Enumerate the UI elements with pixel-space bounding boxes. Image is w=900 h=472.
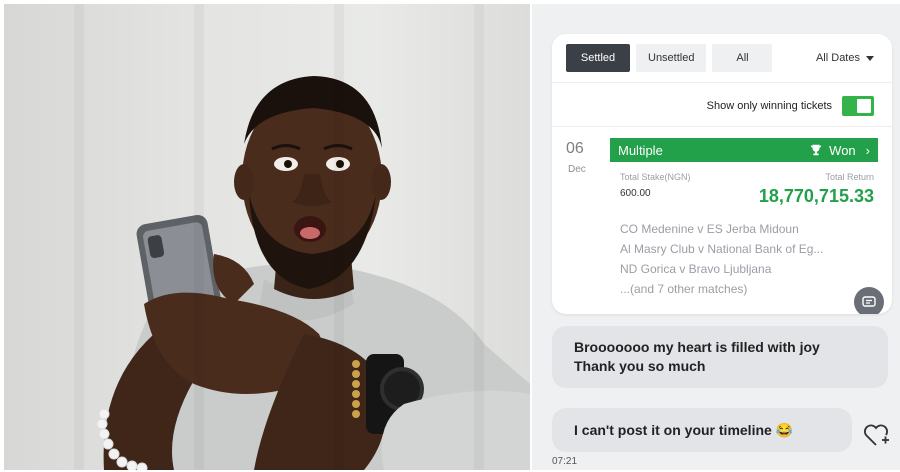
date-filter-dropdown[interactable]: All Dates	[816, 52, 874, 64]
message-bubble: Brooooooo my heart is filled with joy Th…	[552, 326, 888, 388]
heart-plus-icon[interactable]	[862, 422, 890, 448]
match-item: ND Gorica v Bravo Ljubljana	[620, 262, 772, 276]
winning-tickets-filter: Show only winning tickets	[707, 96, 874, 116]
trophy-icon	[810, 144, 822, 156]
tab-all[interactable]: All	[712, 44, 773, 72]
match-item: Al Masry Club v National Bank of Eg...	[620, 242, 824, 256]
bet-ticket-card: Settled Unsettled All All Dates Show onl…	[552, 34, 892, 314]
total-return-value: 18,770,715.33	[758, 186, 874, 206]
more-matches-text: ...(and 7 other matches)	[620, 282, 748, 296]
date-filter-label: All Dates	[815, 52, 860, 64]
won-status: Won ›	[809, 143, 870, 158]
message-text: Thank you so much	[574, 358, 706, 374]
message-bubble: I can't post it on your timeline 😂	[552, 408, 852, 452]
man-with-phone-photo	[4, 4, 530, 470]
filter-tabs: Settled Unsettled All	[566, 44, 773, 72]
divider	[552, 126, 892, 127]
ticket-header-bar[interactable]: Multiple Won ›	[610, 138, 878, 162]
tab-settled[interactable]: Settled	[566, 44, 630, 72]
caret-down-icon	[866, 55, 874, 61]
chat-bubble-icon[interactable]	[854, 287, 884, 314]
total-stake-label: Total Stake(NGN)	[620, 172, 691, 182]
message-timestamp: 07:21	[552, 456, 578, 467]
match-item: CO Medenine v ES Jerba Midoun	[620, 222, 799, 236]
chevron-right-icon: ›	[865, 142, 870, 158]
total-return-label: Total Return	[825, 172, 874, 182]
chat-screenshot: Settled Unsettled All All Dates Show onl…	[532, 4, 900, 470]
ticket-day: 06	[566, 140, 584, 157]
bet-type: Multiple	[618, 142, 663, 158]
tab-unsettled[interactable]: Unsettled	[636, 44, 707, 72]
total-stake-value: 600.00	[620, 188, 651, 199]
ticket-month: Dec	[568, 164, 586, 175]
message-text: I can't post it on your timeline 😂	[574, 422, 794, 438]
toggle-label: Show only winning tickets	[706, 100, 832, 112]
message-text: Brooooooo my heart is filled with joy	[574, 339, 820, 355]
divider	[552, 82, 892, 83]
winning-tickets-toggle[interactable]	[842, 96, 874, 116]
won-label: Won	[829, 142, 856, 158]
